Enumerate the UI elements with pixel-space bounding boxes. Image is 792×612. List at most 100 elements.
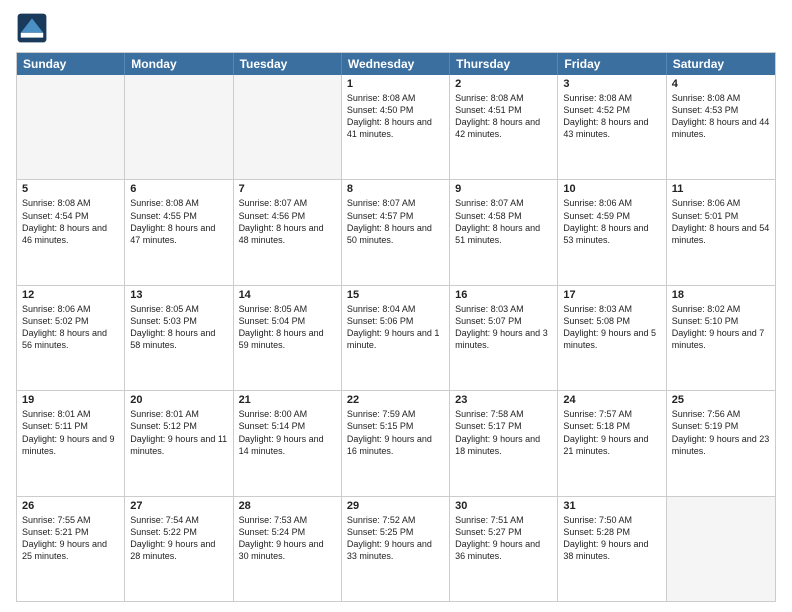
- calendar-week: 1Sunrise: 8:08 AM Sunset: 4:50 PM Daylig…: [17, 75, 775, 180]
- day-number: 2: [455, 78, 552, 90]
- calendar-week: 12Sunrise: 8:06 AM Sunset: 5:02 PM Dayli…: [17, 286, 775, 391]
- day-number: 7: [239, 183, 336, 195]
- weekday-header: Thursday: [450, 53, 558, 75]
- calendar-cell: 3 Sunrise: 8:08 AM Sunset: 4:52 PM Daylig…: [558, 75, 666, 179]
- day-number: 27: [130, 500, 227, 512]
- calendar-cell: 28Sunrise: 7:53 AM Sunset: 5:24 PM Dayli…: [234, 497, 342, 601]
- day-info: Sunrise: 8:04 AM Sunset: 5:06 PM Dayligh…: [347, 303, 444, 352]
- header: [16, 12, 776, 44]
- weekday-header: Friday: [558, 53, 666, 75]
- calendar-week: 5Sunrise: 8:08 AM Sunset: 4:54 PM Daylig…: [17, 180, 775, 285]
- day-info: Sunrise: 8:07 AM Sunset: 4:58 PM Dayligh…: [455, 197, 552, 246]
- day-info: Sunrise: 8:08 AM Sunset: 4:55 PM Dayligh…: [130, 197, 227, 246]
- calendar-cell: 11 Sunrise: 8:06 AM Sunset: 5:01 PM Dayli…: [667, 180, 775, 284]
- calendar-body: 1Sunrise: 8:08 AM Sunset: 4:50 PM Daylig…: [17, 75, 775, 601]
- day-number: 16: [455, 289, 552, 301]
- day-number: 10: [563, 183, 660, 195]
- calendar-cell: 29 Sunrise: 7:52 AM Sunset: 5:25 PM Dayli…: [342, 497, 450, 601]
- calendar-cell: 18 Sunrise: 8:02 AM Sunset: 5:10 PM Dayli…: [667, 286, 775, 390]
- day-info: Sunrise: 7:55 AM Sunset: 5:21 PM Dayligh…: [22, 514, 119, 563]
- day-number: 20: [130, 394, 227, 406]
- day-number: 17: [563, 289, 660, 301]
- calendar-cell: 20 Sunrise: 8:01 AM Sunset: 5:12 PM Dayli…: [125, 391, 233, 495]
- calendar-cell: 5Sunrise: 8:08 AM Sunset: 4:54 PM Daylig…: [17, 180, 125, 284]
- calendar-cell: [667, 497, 775, 601]
- day-number: 19: [22, 394, 119, 406]
- day-number: 6: [130, 183, 227, 195]
- calendar-cell: 26 Sunrise: 7:55 AM Sunset: 5:21 PM Dayli…: [17, 497, 125, 601]
- calendar-cell: 16 Sunrise: 8:03 AM Sunset: 5:07 PM Dayli…: [450, 286, 558, 390]
- day-number: 22: [347, 394, 444, 406]
- day-info: Sunrise: 8:07 AM Sunset: 4:56 PM Dayligh…: [239, 197, 336, 246]
- day-info: Sunrise: 8:06 AM Sunset: 5:02 PM Dayligh…: [22, 303, 119, 352]
- day-number: 9: [455, 183, 552, 195]
- weekday-header: Saturday: [667, 53, 775, 75]
- day-info: Sunrise: 8:08 AM Sunset: 4:51 PM Dayligh…: [455, 92, 552, 141]
- calendar-cell: 2 Sunrise: 8:08 AM Sunset: 4:51 PM Daylig…: [450, 75, 558, 179]
- day-info: Sunrise: 7:59 AM Sunset: 5:15 PM Dayligh…: [347, 408, 444, 457]
- day-number: 31: [563, 500, 660, 512]
- logo: [16, 12, 52, 44]
- day-number: 23: [455, 394, 552, 406]
- day-info: Sunrise: 8:08 AM Sunset: 4:54 PM Dayligh…: [22, 197, 119, 246]
- day-info: Sunrise: 7:56 AM Sunset: 5:19 PM Dayligh…: [672, 408, 770, 457]
- day-info: Sunrise: 8:06 AM Sunset: 5:01 PM Dayligh…: [672, 197, 770, 246]
- day-info: Sunrise: 7:54 AM Sunset: 5:22 PM Dayligh…: [130, 514, 227, 563]
- day-number: 29: [347, 500, 444, 512]
- calendar-cell: 14Sunrise: 8:05 AM Sunset: 5:04 PM Dayli…: [234, 286, 342, 390]
- weekday-header: Wednesday: [342, 53, 450, 75]
- day-number: 28: [239, 500, 336, 512]
- day-number: 13: [130, 289, 227, 301]
- calendar-cell: 21Sunrise: 8:00 AM Sunset: 5:14 PM Dayli…: [234, 391, 342, 495]
- calendar-cell: 24 Sunrise: 7:57 AM Sunset: 5:18 PM Dayli…: [558, 391, 666, 495]
- weekday-header: Monday: [125, 53, 233, 75]
- calendar-cell: 8 Sunrise: 8:07 AM Sunset: 4:57 PM Daylig…: [342, 180, 450, 284]
- calendar-header: SundayMondayTuesdayWednesdayThursdayFrid…: [17, 53, 775, 75]
- calendar-cell: [234, 75, 342, 179]
- calendar-cell: 15Sunrise: 8:04 AM Sunset: 5:06 PM Dayli…: [342, 286, 450, 390]
- day-info: Sunrise: 7:52 AM Sunset: 5:25 PM Dayligh…: [347, 514, 444, 563]
- day-number: 1: [347, 78, 444, 90]
- calendar-cell: 31 Sunrise: 7:50 AM Sunset: 5:28 PM Dayli…: [558, 497, 666, 601]
- day-number: 14: [239, 289, 336, 301]
- day-number: 4: [672, 78, 770, 90]
- day-info: Sunrise: 8:08 AM Sunset: 4:52 PM Dayligh…: [563, 92, 660, 141]
- day-number: 26: [22, 500, 119, 512]
- day-info: Sunrise: 8:02 AM Sunset: 5:10 PM Dayligh…: [672, 303, 770, 352]
- day-info: Sunrise: 8:05 AM Sunset: 5:03 PM Dayligh…: [130, 303, 227, 352]
- day-info: Sunrise: 8:01 AM Sunset: 5:12 PM Dayligh…: [130, 408, 227, 457]
- calendar-cell: [125, 75, 233, 179]
- day-info: Sunrise: 7:57 AM Sunset: 5:18 PM Dayligh…: [563, 408, 660, 457]
- day-info: Sunrise: 7:50 AM Sunset: 5:28 PM Dayligh…: [563, 514, 660, 563]
- day-number: 11: [672, 183, 770, 195]
- calendar-cell: 19Sunrise: 8:01 AM Sunset: 5:11 PM Dayli…: [17, 391, 125, 495]
- day-number: 21: [239, 394, 336, 406]
- calendar-cell: 6 Sunrise: 8:08 AM Sunset: 4:55 PM Daylig…: [125, 180, 233, 284]
- calendar-cell: 4 Sunrise: 8:08 AM Sunset: 4:53 PM Daylig…: [667, 75, 775, 179]
- calendar-cell: [17, 75, 125, 179]
- weekday-header: Tuesday: [234, 53, 342, 75]
- day-number: 8: [347, 183, 444, 195]
- calendar-cell: 1Sunrise: 8:08 AM Sunset: 4:50 PM Daylig…: [342, 75, 450, 179]
- weekday-header: Sunday: [17, 53, 125, 75]
- page: SundayMondayTuesdayWednesdayThursdayFrid…: [0, 0, 792, 612]
- day-number: 18: [672, 289, 770, 301]
- calendar-cell: 17Sunrise: 8:03 AM Sunset: 5:08 PM Dayli…: [558, 286, 666, 390]
- calendar-week: 19Sunrise: 8:01 AM Sunset: 5:11 PM Dayli…: [17, 391, 775, 496]
- calendar-cell: 13 Sunrise: 8:05 AM Sunset: 5:03 PM Dayli…: [125, 286, 233, 390]
- calendar-cell: 23 Sunrise: 7:58 AM Sunset: 5:17 PM Dayli…: [450, 391, 558, 495]
- day-number: 30: [455, 500, 552, 512]
- calendar-cell: 27 Sunrise: 7:54 AM Sunset: 5:22 PM Dayli…: [125, 497, 233, 601]
- calendar: SundayMondayTuesdayWednesdayThursdayFrid…: [16, 52, 776, 602]
- calendar-week: 26 Sunrise: 7:55 AM Sunset: 5:21 PM Dayli…: [17, 497, 775, 601]
- calendar-cell: 30Sunrise: 7:51 AM Sunset: 5:27 PM Dayli…: [450, 497, 558, 601]
- day-info: Sunrise: 8:08 AM Sunset: 4:53 PM Dayligh…: [672, 92, 770, 141]
- calendar-cell: 22 Sunrise: 7:59 AM Sunset: 5:15 PM Dayli…: [342, 391, 450, 495]
- day-info: Sunrise: 8:03 AM Sunset: 5:07 PM Dayligh…: [455, 303, 552, 352]
- day-number: 24: [563, 394, 660, 406]
- calendar-cell: 25Sunrise: 7:56 AM Sunset: 5:19 PM Dayli…: [667, 391, 775, 495]
- day-number: 3: [563, 78, 660, 90]
- day-info: Sunrise: 7:58 AM Sunset: 5:17 PM Dayligh…: [455, 408, 552, 457]
- day-info: Sunrise: 8:07 AM Sunset: 4:57 PM Dayligh…: [347, 197, 444, 246]
- calendar-cell: 12Sunrise: 8:06 AM Sunset: 5:02 PM Dayli…: [17, 286, 125, 390]
